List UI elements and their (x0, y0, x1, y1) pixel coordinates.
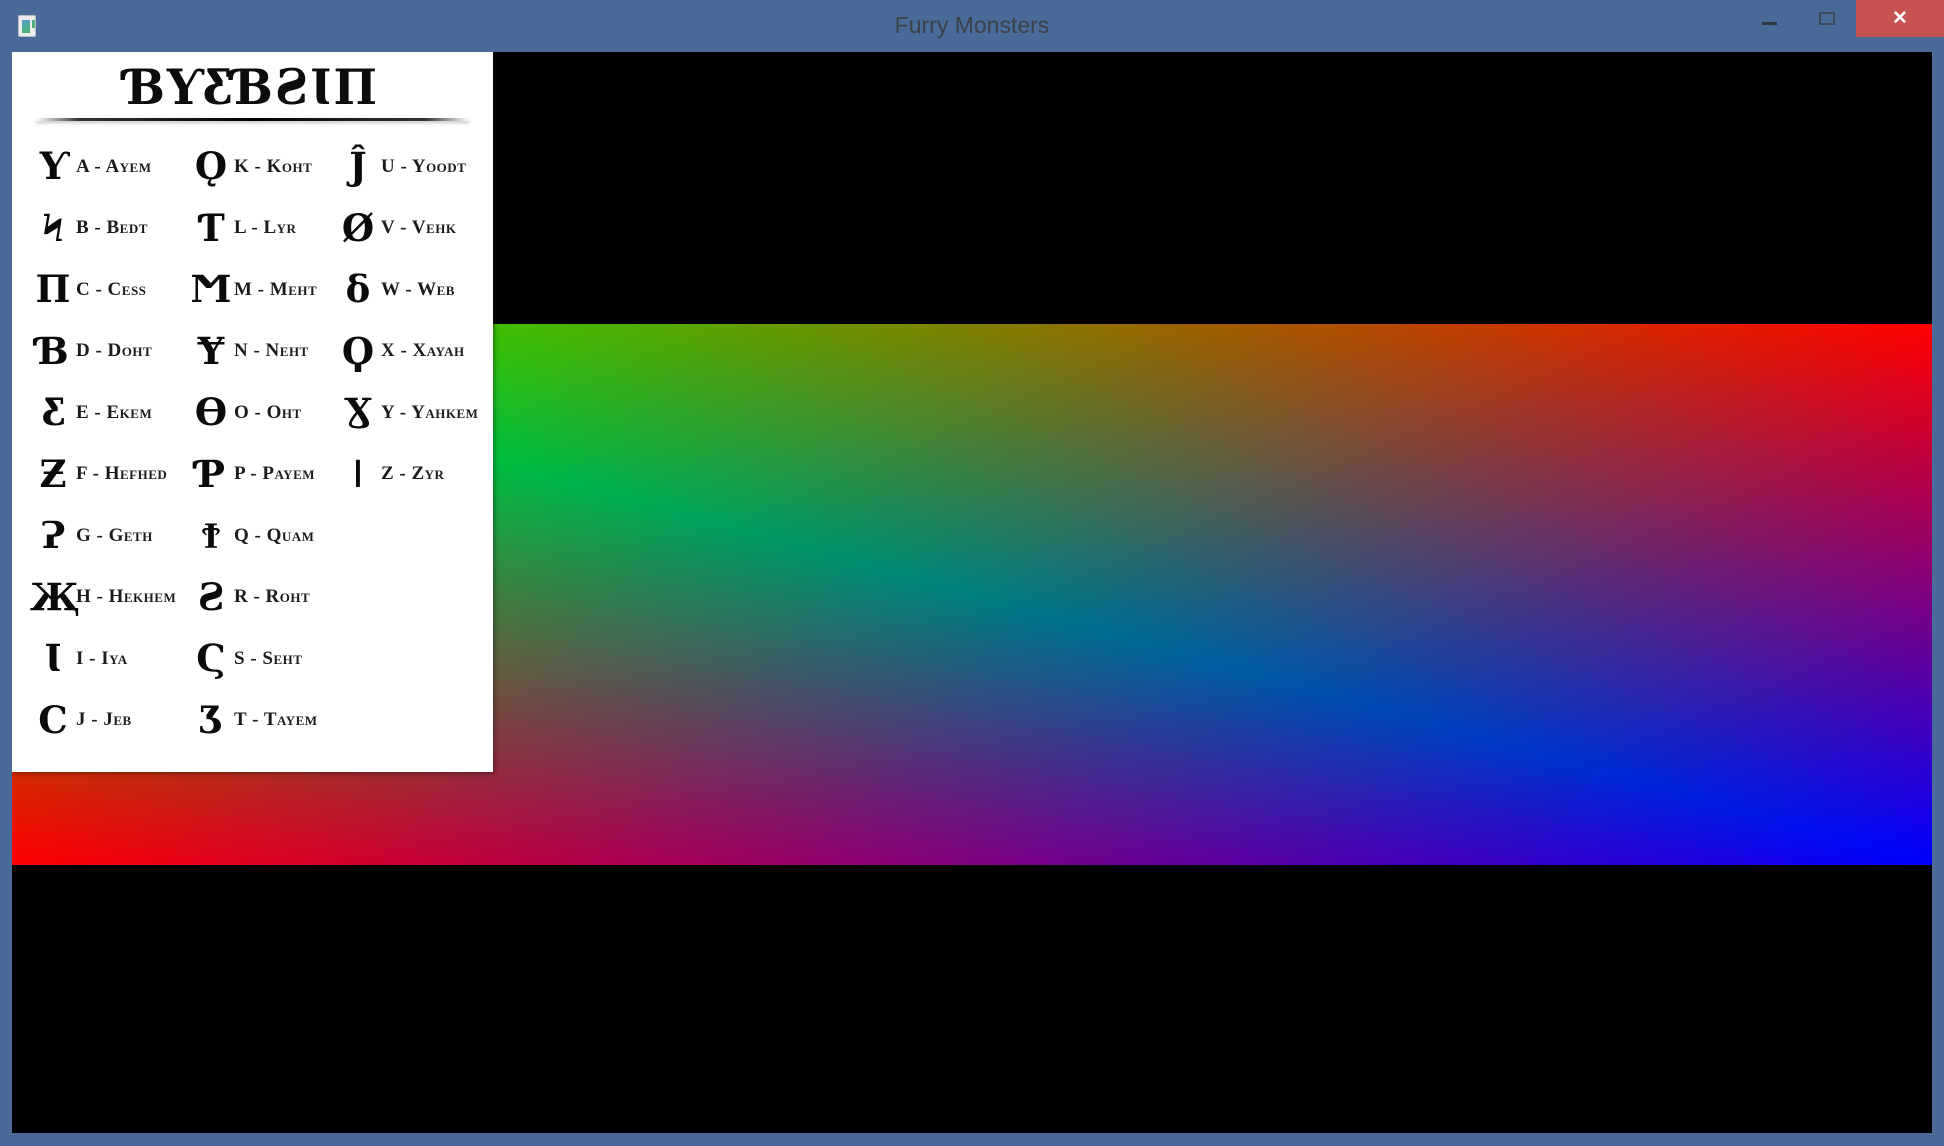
entry-label: A - Ayem (76, 156, 152, 178)
daedric-glyph: Ɏ (188, 333, 234, 370)
alphabet-entry: ƤP - Payem (188, 444, 338, 506)
daedric-glyph: Ɣ (335, 394, 381, 431)
daedric-glyph: Ϯ (188, 517, 234, 554)
alphabet-entry: ƖI - Iya (30, 628, 188, 690)
entry-label: G - Geth (76, 525, 153, 547)
daedric-glyph: Ɓ (30, 333, 76, 370)
daedric-glyph: Ϟ (30, 210, 76, 247)
maximize-icon (1819, 12, 1835, 25)
entry-label: S - Seht (234, 648, 302, 670)
alphabet-entry: ƔY - Yahkem (335, 382, 491, 444)
alphabet-entry: ƬL - Lyr (188, 198, 338, 260)
alphabet-entry: ϚS - Seht (188, 628, 338, 690)
daedric-glyph: Җ (30, 579, 76, 616)
daedric-glyph: Ƭ (188, 210, 234, 247)
daedric-glyph: Ϻ (188, 271, 234, 308)
alphabet-entry: ΠC - Cess (30, 259, 188, 321)
daedric-glyph: Ƹ (30, 394, 76, 431)
daedric-glyph: Ɂ (30, 517, 76, 554)
alphabet-entry: ǪK - Koht (188, 136, 338, 198)
alphabet-entry: ϘX - Xayah (335, 321, 491, 383)
daedric-glyph: Ө (188, 394, 234, 431)
alphabet-entry: ҖH - Hekhem (30, 567, 188, 629)
daedric-glyph: Ɩ (30, 640, 76, 677)
panel-title-glyphs: ƁƳƸƁƧƖΠ (12, 61, 493, 114)
close-icon: ✕ (1892, 9, 1908, 28)
titlebar: Furry Monsters ✕ (0, 0, 1944, 52)
entry-label: Y - Yahkem (381, 402, 478, 424)
minimize-icon (1762, 22, 1777, 25)
alphabet-entry: ϺM - Meht (188, 259, 338, 321)
alphabet-column-2: ǪK - KohtƬL - LyrϺM - MehtɎN - NehtӨO - … (188, 136, 338, 751)
alphabet-entry: ØV - Vehk (335, 198, 491, 260)
entry-label: U - Yoodt (381, 156, 466, 178)
entry-label: I - Iya (76, 648, 128, 670)
window-title: Furry Monsters (0, 0, 1944, 52)
close-button[interactable]: ✕ (1856, 0, 1944, 37)
daedric-glyph: Ƨ (188, 579, 234, 616)
entry-label: W - Web (381, 279, 455, 301)
daedric-glyph: Ƥ (188, 456, 234, 493)
alphabet-entry: ϞB - Bedt (30, 198, 188, 260)
alphabet-entry: ƵF - Hefhed (30, 444, 188, 506)
alphabet-entry: ƸE - Ekem (30, 382, 188, 444)
entry-label: R - Roht (234, 586, 310, 608)
entry-label: K - Koht (234, 156, 312, 178)
entry-label: X - Xayah (381, 340, 465, 362)
alphabet-entry: ǀZ - Zyr (335, 444, 491, 506)
entry-label: V - Vehk (381, 217, 456, 239)
daedric-glyph: Ø (335, 210, 381, 247)
alphabet-column-1: ƳA - AyemϞB - BedtΠC - CessƁD - DohtƸE -… (30, 136, 188, 751)
daedric-glyph: Ʒ (188, 702, 234, 739)
alphabet-entry: ƧR - Roht (188, 567, 338, 629)
daedric-glyph: ǀ (335, 456, 381, 493)
alphabet-entry: ɎN - Neht (188, 321, 338, 383)
daedric-glyph: Ƶ (30, 456, 76, 493)
alphabet-column-3: ĴU - YoodtØV - VehkδW - WebϘX - XayahƔY … (335, 136, 491, 505)
maximize-button[interactable] (1798, 0, 1856, 37)
entry-label: L - Lyr (234, 217, 296, 239)
daedric-glyph: Ϲ (30, 702, 76, 739)
daedric-glyph: Ϙ (335, 333, 381, 370)
entry-label: C - Cess (76, 279, 146, 301)
alphabet-entry: ĴU - Yoodt (335, 136, 491, 198)
entry-label: Z - Zyr (381, 463, 444, 485)
entry-label: Q - Quam (234, 525, 314, 547)
entry-label: M - Meht (234, 279, 317, 301)
content-area: ƁƳƸƁƧƖΠ ƳA - AyemϞB - BedtΠC - CessƁD - … (12, 52, 1932, 1133)
daedric-glyph: Ĵ (335, 148, 381, 185)
daedric-glyph: Ϛ (188, 640, 234, 677)
window-controls: ✕ (1740, 0, 1944, 37)
entry-label: D - Doht (76, 340, 152, 362)
entry-label: B - Bedt (76, 217, 148, 239)
daedric-glyph: δ (335, 271, 381, 308)
entry-label: N - Neht (234, 340, 309, 362)
entry-label: F - Hefhed (76, 463, 167, 485)
entry-label: P - Payem (234, 463, 315, 485)
entry-label: T - Tayem (234, 709, 318, 731)
daedric-glyph: Π (30, 271, 76, 308)
entry-label: E - Ekem (76, 402, 152, 424)
entry-label: J - Jeb (76, 709, 132, 731)
alphabet-entry: ӨO - Oht (188, 382, 338, 444)
alphabet-entry: ɁG - Geth (30, 505, 188, 567)
alphabet-entry: δW - Web (335, 259, 491, 321)
alphabet-entry: ϹJ - Jeb (30, 690, 188, 752)
alphabet-entry: ϮQ - Quam (188, 505, 338, 567)
panel-divider (36, 118, 469, 121)
minimize-button[interactable] (1740, 0, 1798, 37)
entry-label: H - Hekhem (76, 586, 176, 608)
daedric-glyph: Ǫ (188, 148, 234, 185)
entry-label: O - Oht (234, 402, 302, 424)
alphabet-entry: ƳA - Ayem (30, 136, 188, 198)
daedric-glyph: Ƴ (30, 148, 76, 185)
alphabet-entry: ƁD - Doht (30, 321, 188, 383)
alphabet-panel: ƁƳƸƁƧƖΠ ƳA - AyemϞB - BedtΠC - CessƁD - … (12, 52, 493, 772)
alphabet-entry: ƷT - Tayem (188, 690, 338, 752)
window-frame: Furry Monsters ✕ ƁƳƸƁƧƖΠ ƳA - AyemϞB - B… (0, 0, 1944, 1146)
